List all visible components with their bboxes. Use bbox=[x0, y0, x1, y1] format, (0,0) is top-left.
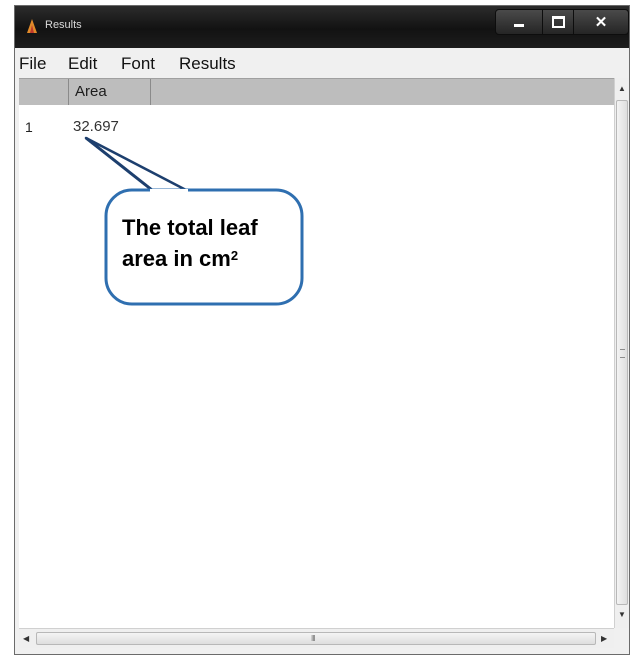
callout-superscript: 2 bbox=[230, 248, 239, 263]
callout-line-2-text: area in cm bbox=[122, 246, 231, 271]
callout-line-1: The total leaf bbox=[122, 215, 258, 240]
callout-text: The total leaf area in cm2 bbox=[122, 212, 302, 274]
callout-pointer bbox=[84, 136, 188, 192]
callout-annotation bbox=[84, 136, 304, 306]
callout-line-2: area in cm2 bbox=[122, 243, 302, 274]
